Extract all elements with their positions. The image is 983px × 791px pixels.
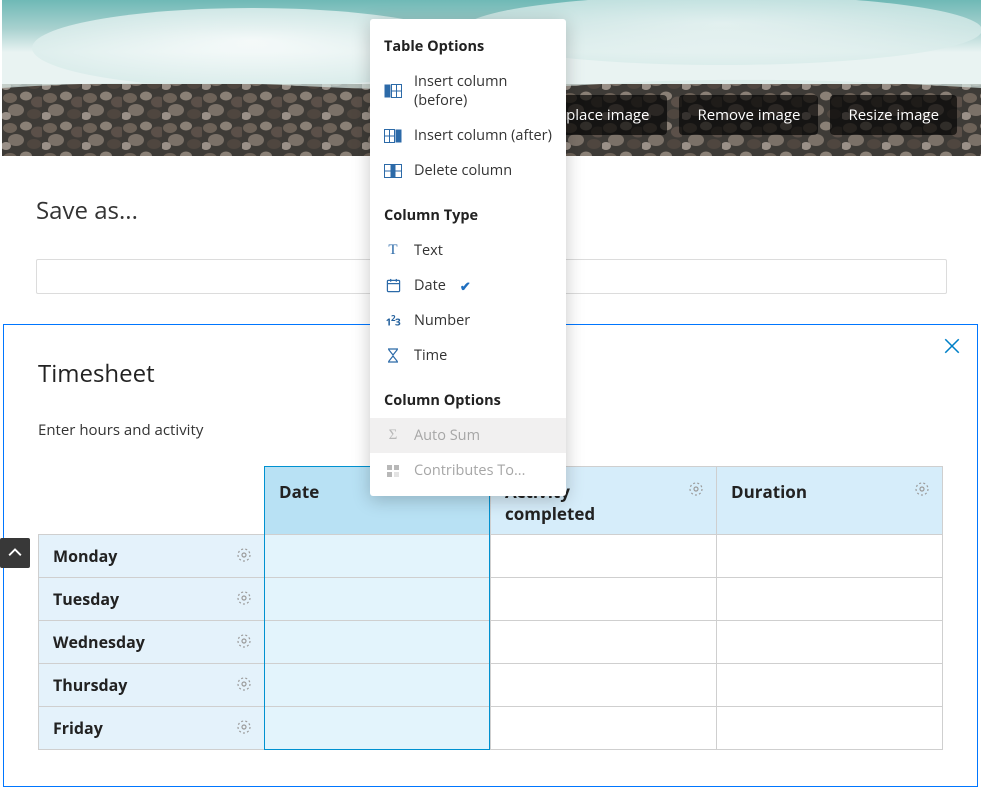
- table-cell[interactable]: [717, 707, 943, 750]
- row-settings-button[interactable]: [236, 676, 252, 692]
- contributes-icon: [384, 462, 402, 480]
- menu-item-label: Text: [414, 241, 443, 260]
- table-cell[interactable]: [491, 621, 717, 664]
- menu-section-title: Table Options: [370, 19, 566, 64]
- gear-icon: [688, 481, 704, 497]
- gear-icon: [236, 590, 252, 606]
- menu-item-label: Delete column: [414, 161, 512, 180]
- row-header-label: Monday: [53, 545, 117, 567]
- row-header[interactable]: Monday: [39, 535, 265, 578]
- menu-item-label: Insert column (before): [414, 72, 552, 110]
- chevron-up-icon: [8, 546, 22, 560]
- table-cell[interactable]: [265, 707, 491, 750]
- column-context-menu: Table Options Insert column (before) Ins…: [370, 19, 566, 496]
- check-icon: ✔: [460, 277, 471, 295]
- menu-item-label: Contributes To...: [414, 461, 525, 480]
- table-row: Wednesday: [39, 621, 943, 664]
- gear-icon: [236, 547, 252, 563]
- row-header[interactable]: Tuesday: [39, 578, 265, 621]
- time-type-icon: [384, 347, 402, 365]
- insert-col-before-icon: [384, 82, 402, 100]
- column-settings-button[interactable]: [688, 481, 704, 497]
- column-header-duration[interactable]: Duration: [717, 467, 943, 535]
- menu-item-type-time[interactable]: Time: [370, 338, 566, 373]
- table-row: Friday: [39, 707, 943, 750]
- menu-item-label: Insert column (after): [414, 126, 552, 145]
- table-cell[interactable]: [717, 578, 943, 621]
- menu-section-title: Column Type: [370, 188, 566, 233]
- table-cell[interactable]: [265, 535, 491, 578]
- menu-section-title: Column Options: [370, 373, 566, 418]
- text-type-icon: T: [384, 242, 402, 260]
- gear-icon: [236, 633, 252, 649]
- table-cell[interactable]: [717, 621, 943, 664]
- menu-item-auto-sum: Σ Auto Sum: [370, 418, 566, 453]
- menu-item-label: Auto Sum: [414, 426, 480, 445]
- resize-image-button[interactable]: Resize image: [830, 95, 957, 135]
- row-header-label: Friday: [53, 717, 103, 739]
- row-settings-button[interactable]: [236, 547, 252, 563]
- date-type-icon: [384, 277, 402, 295]
- menu-item-insert-before[interactable]: Insert column (before): [370, 64, 566, 118]
- row-header-label: Wednesday: [53, 631, 145, 653]
- column-header-label: Date: [279, 475, 355, 503]
- table-row: Monday: [39, 535, 943, 578]
- table-cell[interactable]: [717, 664, 943, 707]
- table-cell[interactable]: [265, 664, 491, 707]
- row-header[interactable]: Wednesday: [39, 621, 265, 664]
- table-cell[interactable]: [265, 578, 491, 621]
- delete-col-icon: [384, 162, 402, 180]
- number-type-icon: 123: [384, 312, 402, 330]
- table-cell[interactable]: [491, 664, 717, 707]
- menu-item-label: Number: [414, 311, 470, 330]
- close-form-button[interactable]: [943, 337, 961, 355]
- table-row: Tuesday: [39, 578, 943, 621]
- row-settings-button[interactable]: [236, 719, 252, 735]
- row-header-label: Tuesday: [53, 588, 119, 610]
- timesheet-table: Date Activity completed Durat: [38, 466, 943, 750]
- menu-item-insert-after[interactable]: Insert column (after): [370, 118, 566, 153]
- menu-item-contributes-to: Contributes To...: [370, 453, 566, 488]
- menu-item-type-number[interactable]: 123 Number: [370, 303, 566, 338]
- sum-icon: Σ: [384, 427, 402, 445]
- table-row: Thursday: [39, 664, 943, 707]
- column-header-label: Duration: [731, 475, 843, 503]
- table-corner-cell: [39, 467, 265, 535]
- remove-image-button[interactable]: Remove image: [679, 95, 818, 135]
- menu-item-type-text[interactable]: T Text: [370, 233, 566, 268]
- table-cell[interactable]: [491, 578, 717, 621]
- menu-item-delete-column[interactable]: Delete column: [370, 153, 566, 188]
- menu-item-type-date[interactable]: Date ✔: [370, 268, 566, 303]
- menu-item-label: Time: [414, 346, 447, 365]
- table-cell[interactable]: [265, 621, 491, 664]
- row-header-label: Thursday: [53, 674, 127, 696]
- table-cell[interactable]: [717, 535, 943, 578]
- menu-item-label: Date: [414, 276, 446, 295]
- table-cell[interactable]: [491, 707, 717, 750]
- insert-col-after-icon: [384, 127, 402, 145]
- close-icon: [943, 337, 961, 355]
- row-settings-button[interactable]: [236, 633, 252, 649]
- row-settings-button[interactable]: [236, 590, 252, 606]
- row-header[interactable]: Friday: [39, 707, 265, 750]
- gear-icon: [914, 481, 930, 497]
- row-header[interactable]: Thursday: [39, 664, 265, 707]
- column-settings-button[interactable]: [914, 481, 930, 497]
- table-cell[interactable]: [491, 535, 717, 578]
- gear-icon: [236, 676, 252, 692]
- sidebar-toggle-button[interactable]: [0, 538, 30, 568]
- gear-icon: [236, 719, 252, 735]
